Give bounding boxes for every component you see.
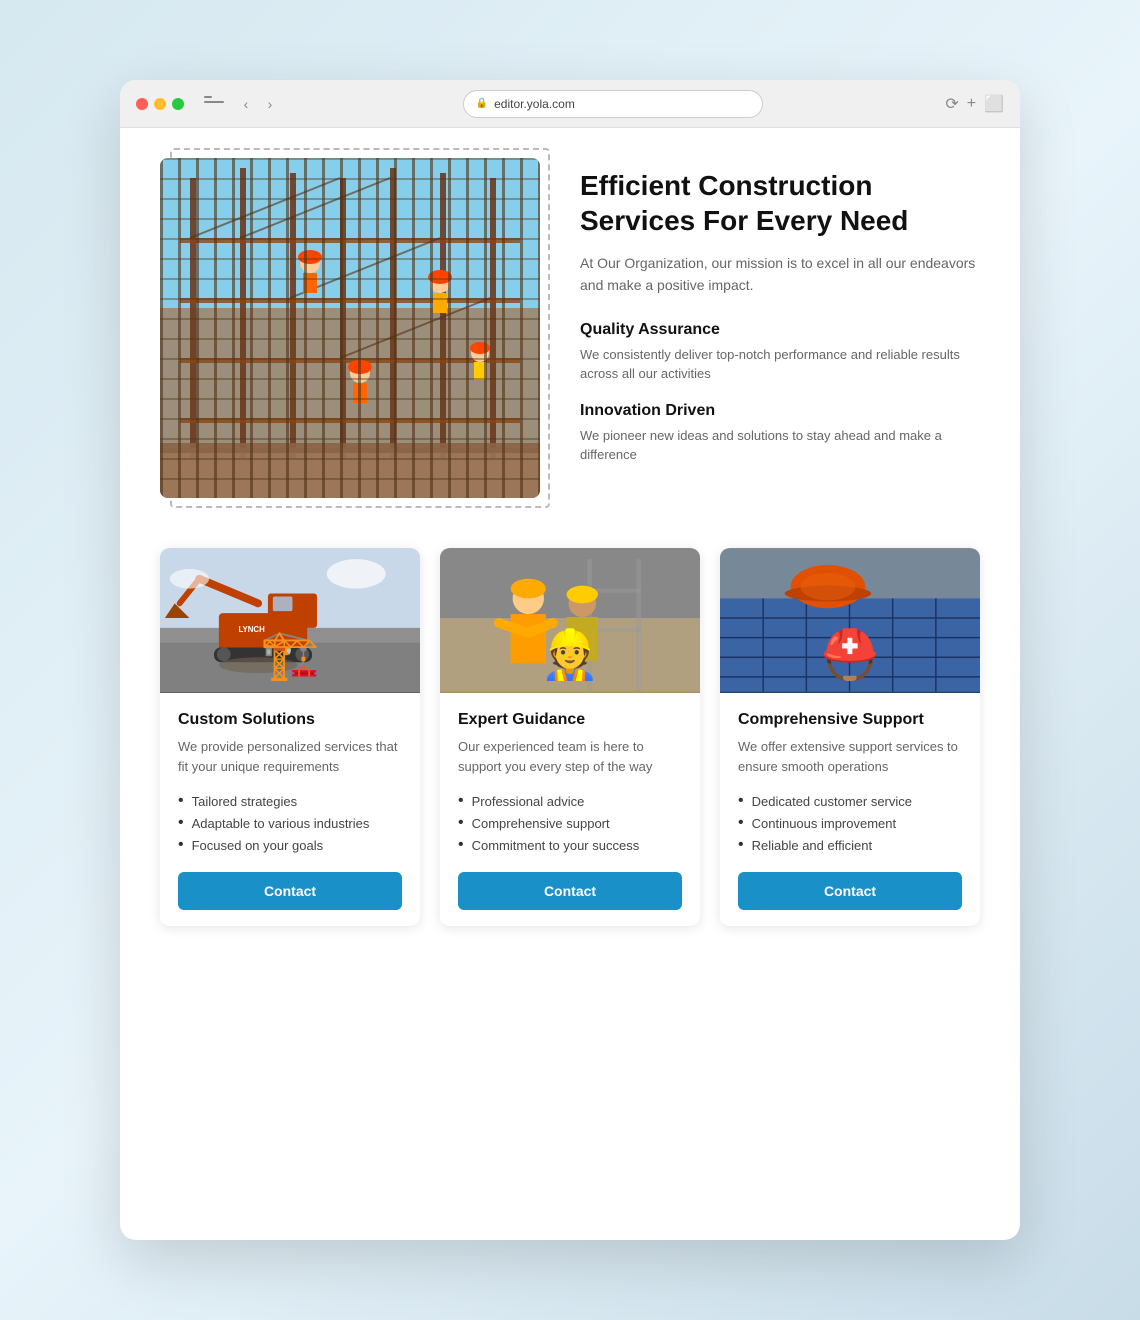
contact-button-1[interactable]: Contact	[178, 872, 402, 910]
card-workers-image	[440, 548, 700, 693]
sidebar-toggle-icon[interactable]	[204, 96, 224, 112]
construction-scene	[160, 158, 540, 498]
card-comprehensive-body: Comprehensive Support We offer extensive…	[720, 693, 980, 926]
list-item: Reliable and efficient	[738, 834, 962, 856]
card-expert-guidance: Expert Guidance Our experienced team is …	[440, 548, 700, 926]
list-item: Continuous improvement	[738, 812, 962, 834]
card-custom-desc: We provide personalized services that fi…	[178, 737, 402, 776]
card-custom-title: Custom Solutions	[178, 711, 402, 729]
url-text: editor.yola.com	[494, 97, 575, 111]
card-expert-list: Professional advice Comprehensive suppor…	[458, 790, 682, 856]
card-expert-title: Expert Guidance	[458, 711, 682, 729]
hero-section: Efficient Construction Services For Ever…	[160, 158, 980, 498]
card-comprehensive-list: Dedicated customer service Continuous im…	[738, 790, 962, 856]
bottom-space	[160, 926, 980, 986]
list-item: Professional advice	[458, 790, 682, 812]
card-custom-solutions: LYNCH Custom Solutions We provide person…	[160, 548, 420, 926]
feature-innovation-title: Innovation Driven	[580, 402, 980, 420]
card-comprehensive-title: Comprehensive Support	[738, 711, 962, 729]
close-button[interactable]	[136, 98, 148, 110]
contact-button-2[interactable]: Contact	[458, 872, 682, 910]
share-icon[interactable]: ⟳	[945, 94, 958, 114]
feature-quality-title: Quality Assurance	[580, 321, 980, 339]
card-excavator-image: LYNCH	[160, 548, 420, 693]
hero-title: Efficient Construction Services For Ever…	[580, 168, 980, 238]
forward-button[interactable]: ›	[260, 94, 280, 114]
maximize-button[interactable]	[172, 98, 184, 110]
cards-section: LYNCH Custom Solutions We provide person…	[160, 548, 980, 926]
card-comprehensive-desc: We offer extensive support services to e…	[738, 737, 962, 776]
card-expert-desc: Our experienced team is here to support …	[458, 737, 682, 776]
back-button[interactable]: ‹	[236, 94, 256, 114]
traffic-lights	[136, 98, 184, 110]
list-item: Tailored strategies	[178, 790, 402, 812]
lock-icon: 🔒	[476, 98, 488, 109]
page-content: Efficient Construction Services For Ever…	[120, 128, 1020, 1036]
card-expert-body: Expert Guidance Our experienced team is …	[440, 693, 700, 926]
minimize-button[interactable]	[154, 98, 166, 110]
list-item: Comprehensive support	[458, 812, 682, 834]
nav-arrows: ‹ ›	[236, 94, 280, 114]
new-tab-icon[interactable]: +	[967, 95, 976, 113]
list-item: Focused on your goals	[178, 834, 402, 856]
hero-text: Efficient Construction Services For Ever…	[580, 158, 980, 483]
card-solar-image	[720, 548, 980, 693]
feature-innovation: Innovation Driven We pioneer new ideas a…	[580, 402, 980, 465]
list-item: Dedicated customer service	[738, 790, 962, 812]
browser-chrome: ‹ › 🔒 editor.yola.com ⟳ + ⬜	[120, 80, 1020, 128]
contact-button-3[interactable]: Contact	[738, 872, 962, 910]
feature-innovation-desc: We pioneer new ideas and solutions to st…	[580, 426, 980, 465]
list-item: Adaptable to various industries	[178, 812, 402, 834]
extensions-icon[interactable]: ⬜	[984, 94, 1004, 114]
address-bar-container: 🔒 editor.yola.com	[292, 90, 933, 118]
feature-quality: Quality Assurance We consistently delive…	[580, 321, 980, 384]
hero-image-wrapper	[160, 158, 540, 498]
card-comprehensive: Comprehensive Support We offer extensive…	[720, 548, 980, 926]
svg-text:LYNCH: LYNCH	[238, 625, 265, 634]
hero-subtitle: At Our Organization, our mission is to e…	[580, 252, 980, 297]
hero-image	[160, 158, 540, 498]
card-custom-body: Custom Solutions We provide personalized…	[160, 693, 420, 926]
card-custom-list: Tailored strategies Adaptable to various…	[178, 790, 402, 856]
browser-window: ‹ › 🔒 editor.yola.com ⟳ + ⬜	[120, 80, 1020, 1240]
feature-quality-desc: We consistently deliver top-notch perfor…	[580, 345, 980, 384]
list-item: Commitment to your success	[458, 834, 682, 856]
address-bar[interactable]: 🔒 editor.yola.com	[463, 90, 763, 118]
browser-actions: ⟳ + ⬜	[945, 94, 1004, 114]
